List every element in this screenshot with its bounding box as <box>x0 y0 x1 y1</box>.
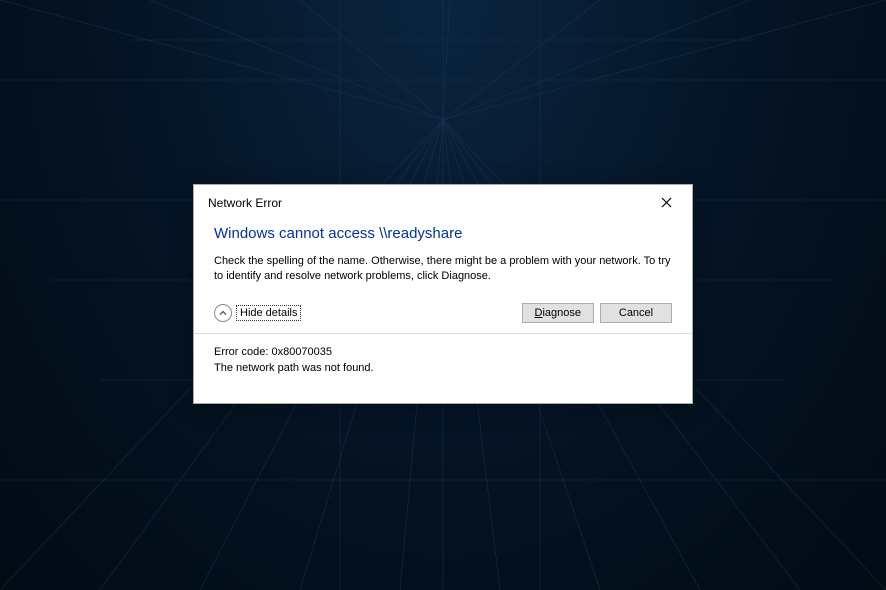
network-error-dialog: Network Error Windows cannot access \\re… <box>193 184 693 404</box>
controls-row: Hide details Diagnose Cancel <box>214 303 672 323</box>
divider <box>194 333 692 334</box>
error-description: Check the spelling of the name. Otherwis… <box>214 254 672 285</box>
close-button[interactable] <box>652 193 680 213</box>
diagnose-rest: iagnose <box>542 307 581 319</box>
diagnose-button[interactable]: Diagnose <box>522 303 595 323</box>
dialog-title: Network Error <box>208 196 282 210</box>
chevron-up-icon <box>214 304 232 322</box>
hide-details-label: Hide details <box>236 305 301 321</box>
error-message-line: The network path was not found. <box>214 360 672 377</box>
error-details: Error code: 0x80070035 The network path … <box>214 344 672 389</box>
button-row: Diagnose Cancel <box>522 303 673 323</box>
cancel-button[interactable]: Cancel <box>600 303 672 323</box>
dialog-content: Windows cannot access \\readyshare Check… <box>194 219 692 403</box>
error-heading: Windows cannot access \\readyshare <box>214 225 672 242</box>
close-icon <box>661 195 672 211</box>
error-code-line: Error code: 0x80070035 <box>214 344 672 361</box>
dialog-title-bar: Network Error <box>194 185 692 219</box>
hide-details-toggle[interactable]: Hide details <box>214 304 301 322</box>
